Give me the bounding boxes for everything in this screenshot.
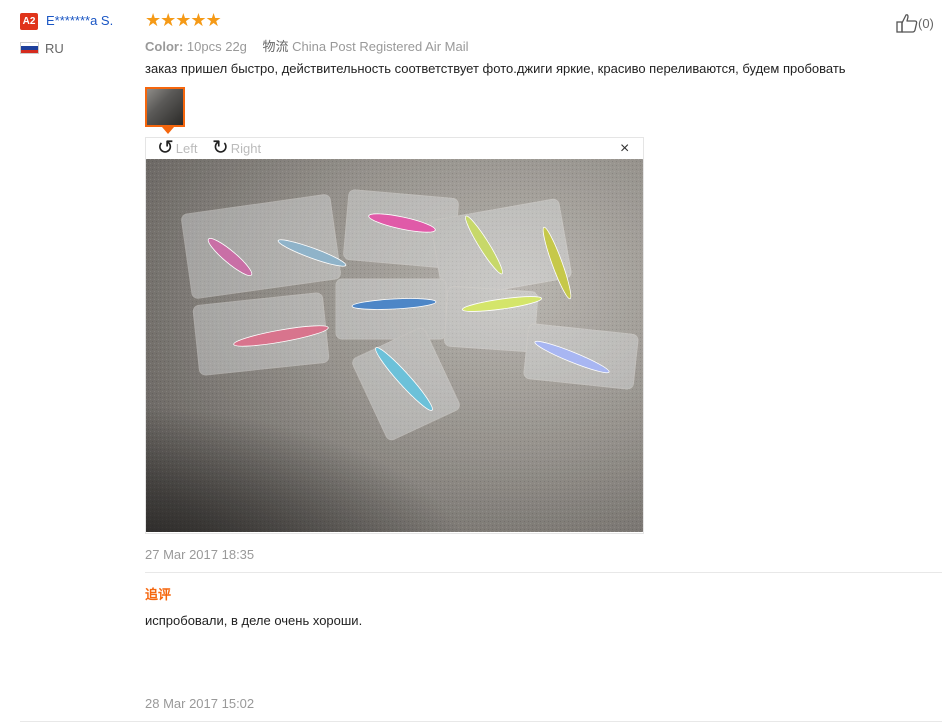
- color-label: Color:: [145, 39, 184, 54]
- rotate-left-button[interactable]: ↺ Left: [157, 138, 197, 158]
- divider: [145, 572, 942, 573]
- helpful-button[interactable]: (0): [896, 13, 934, 33]
- reviewer-country: RU: [45, 41, 64, 56]
- buyer-level-badge: A2: [20, 13, 38, 30]
- followup-text: испробовали, в деле очень хороши.: [145, 613, 363, 628]
- review-text: заказ пришел быстро, действительность со…: [145, 61, 846, 76]
- russia-flag-icon: [20, 42, 39, 54]
- review-photo-thumbnail[interactable]: [145, 87, 185, 134]
- color-value: 10pcs 22g: [186, 39, 247, 54]
- rating-stars: ★★★★★: [145, 10, 222, 30]
- reviewer-name[interactable]: E*******a S.: [46, 13, 113, 28]
- followup-date: 28 Mar 2017 15:02: [145, 696, 255, 711]
- review-meta: Color: 10pcs 22g 物流 China Post Registere…: [145, 36, 468, 55]
- review-photo: [146, 159, 643, 532]
- rotate-left-icon: ↺: [157, 137, 174, 159]
- review-divider: [20, 721, 942, 722]
- rotate-left-label: Left: [175, 140, 198, 156]
- close-viewer-button[interactable]: ×: [620, 140, 629, 158]
- thumbs-up-icon: [896, 14, 918, 33]
- helpful-count: (0): [918, 15, 934, 31]
- review-date: 27 Mar 2017 18:35: [145, 547, 255, 562]
- rotate-right-label: Right: [230, 140, 262, 156]
- rotate-right-button[interactable]: ↻ Right: [212, 138, 261, 158]
- shipping-label: 物流: [262, 39, 289, 54]
- followup-label: 追评: [145, 587, 172, 602]
- shipping-value: China Post Registered Air Mail: [292, 39, 469, 54]
- rotate-right-icon: ↻: [212, 137, 229, 159]
